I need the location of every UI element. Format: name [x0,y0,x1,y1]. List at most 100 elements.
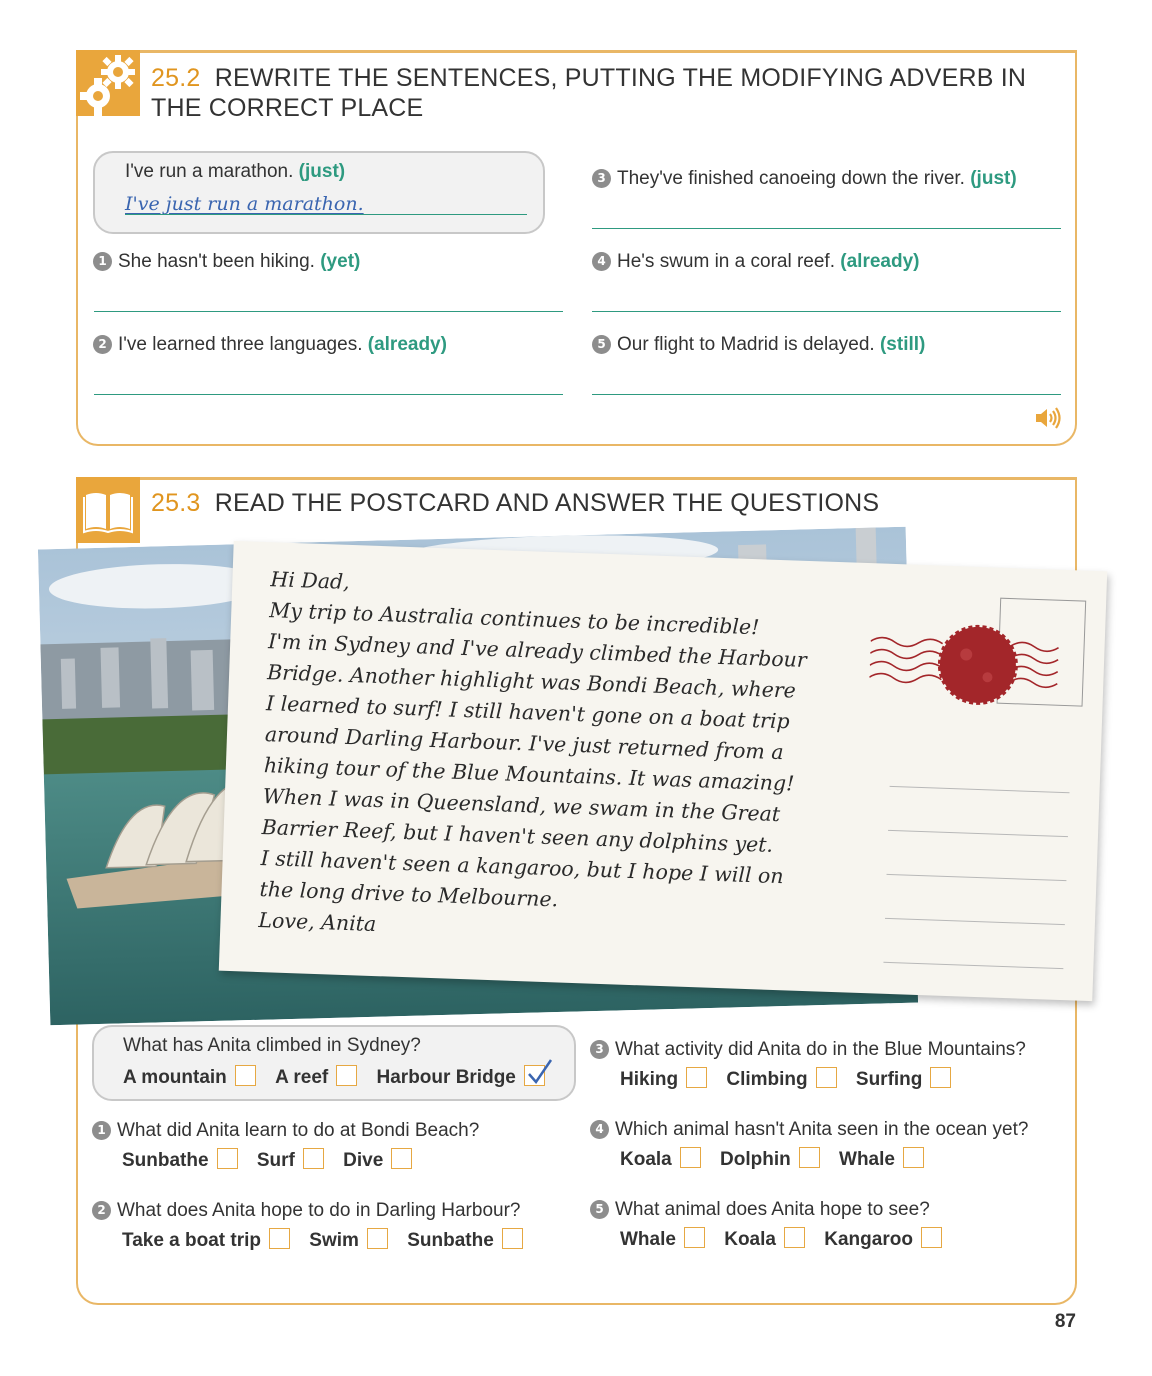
option[interactable]: Whale [839,1147,924,1171]
option[interactable]: Climbing [726,1067,837,1091]
checkbox[interactable] [234,1065,256,1086]
question-4: 4 Which animal hasn't Anita seen in the o… [590,1119,1028,1171]
item-5: 5 Our flight to Madrid is delayed. (still… [592,334,925,356]
item-number: 2 [93,335,112,354]
item-adverb: (already) [840,251,920,272]
example-question-box: What has Anita climbed in Sydney? A moun… [92,1025,576,1101]
checkbox[interactable] [930,1067,952,1088]
item-adverb: (still) [879,334,926,355]
question-text: What did Anita learn to do at Bondi Beac… [117,1120,480,1141]
check-mark-icon [527,1059,552,1085]
exercise-number: 25.2 [151,64,201,92]
answer-line-1[interactable] [94,311,563,312]
option[interactable]: Sunbathe [407,1228,523,1252]
checkbox[interactable] [798,1147,820,1168]
option[interactable]: Surfing [856,1067,952,1091]
option[interactable]: Koala [620,1147,701,1171]
option[interactable]: Swim [309,1228,388,1252]
option[interactable]: Dive [343,1148,413,1172]
question-number: 5 [590,1200,609,1219]
question-text: What animal does Anita hope to see? [615,1199,930,1220]
checkbox[interactable] [686,1067,708,1088]
option[interactable]: A reef [275,1065,358,1089]
checkbox[interactable] [815,1067,837,1088]
checkbox[interactable] [216,1148,238,1169]
example-box: I've run a marathon. (just) I've just ru… [93,151,545,234]
item-adverb: (yet) [320,251,361,272]
example-question: What has Anita climbed in Sydney? [123,1035,421,1056]
option[interactable]: Whale [620,1227,705,1251]
page-number: 87 [1054,1311,1076,1332]
example-adverb: (just) [298,161,346,182]
exercise-title: 25.3 READ THE POSTCARD AND ANSWER THE QU… [151,488,1051,518]
item-sentence: He's swum in a coral reef. [617,251,835,272]
address-line [886,873,1067,882]
postmark-icon [868,611,1072,733]
checkbox[interactable] [902,1147,924,1168]
option[interactable]: Harbour Bridge [377,1059,552,1089]
question-3: 3 What activity did Anita do in the Blue … [590,1039,1026,1091]
address-line [883,961,1064,970]
option[interactable]: Sunbathe [122,1148,238,1172]
checkbox[interactable] [269,1228,291,1249]
question-5: 5 What animal does Anita hope to see? Wha… [590,1199,956,1251]
item-4: 4 He's swum in a coral reef. (already) [592,251,919,273]
question-text: Which animal hasn't Anita seen in the oc… [615,1119,1029,1140]
item-sentence: They've finished canoeing down the river… [617,168,965,189]
checkbox[interactable] [683,1227,705,1248]
option[interactable]: Koala [724,1227,805,1251]
checkbox[interactable] [336,1065,358,1086]
question-text: What activity did Anita do in the Blue M… [615,1039,1026,1060]
option[interactable]: Kangaroo [824,1227,942,1251]
answer-line-3[interactable] [592,228,1061,229]
question-number: 1 [92,1121,111,1140]
gear-icon [76,50,140,116]
postcard-message: Hi Dad, My trip to Australia continues t… [258,564,871,957]
option[interactable]: Hiking [620,1067,708,1091]
option[interactable]: Dolphin [720,1147,820,1171]
answer-line-2[interactable] [94,394,563,395]
option[interactable]: A mountain [123,1065,256,1089]
item-sentence: I've learned three languages. [118,334,363,355]
exercise-instruction: REWRITE THE SENTENCES, PUTTING THE MODIF… [151,64,1027,122]
item-adverb: (already) [367,334,447,355]
address-line [889,785,1070,794]
exercise-25-2-panel: 25.2 REWRITE THE SENTENCES, PUTTING THE … [76,50,1077,446]
example-answer: I've just run a marathon. [125,193,364,215]
book-icon [76,477,140,543]
question-number: 4 [590,1120,609,1139]
item-number: 4 [592,252,611,271]
item-number: 1 [93,252,112,271]
item-2: 2 I've learned three languages. (already) [93,334,447,356]
item-adverb: (just) [970,168,1017,189]
answer-line-4[interactable] [592,311,1061,312]
item-sentence: She hasn't been hiking. [118,251,315,272]
item-number: 3 [592,169,611,188]
item-sentence: Our flight to Madrid is delayed. [617,334,875,355]
checkbox[interactable] [679,1147,701,1168]
exercise-title: 25.2 REWRITE THE SENTENCES, PUTTING THE … [151,63,1051,123]
checkbox[interactable] [501,1228,523,1249]
option[interactable]: Take a boat trip [122,1228,291,1252]
checkbox[interactable] [391,1148,413,1169]
question-text: What does Anita hope to do in Darling Ha… [117,1200,521,1221]
checkbox-checked[interactable] [523,1059,552,1086]
item-number: 5 [592,335,611,354]
answer-line-5[interactable] [592,394,1061,395]
example-sentence: I've run a marathon. [125,161,294,182]
checkbox[interactable] [302,1148,324,1169]
address-line [884,917,1065,926]
checkbox[interactable] [783,1227,805,1248]
question-2: 2 What does Anita hope to do in Darling H… [92,1200,537,1252]
option[interactable]: Surf [257,1148,324,1172]
checkbox[interactable] [920,1227,942,1248]
exercise-number: 25.3 [151,489,201,517]
exercise-instruction: READ THE POSTCARD AND ANSWER THE QUESTIO… [214,489,880,517]
postcard: Hi Dad, My trip to Australia continues t… [218,540,1108,1002]
item-1: 1 She hasn't been hiking. (yet) [93,251,360,273]
address-line [888,829,1068,838]
speaker-icon[interactable] [1034,405,1062,436]
item-3: 3 They've finished canoeing down the rive… [592,168,1017,190]
checkbox[interactable] [366,1228,388,1249]
question-number: 3 [590,1040,609,1059]
